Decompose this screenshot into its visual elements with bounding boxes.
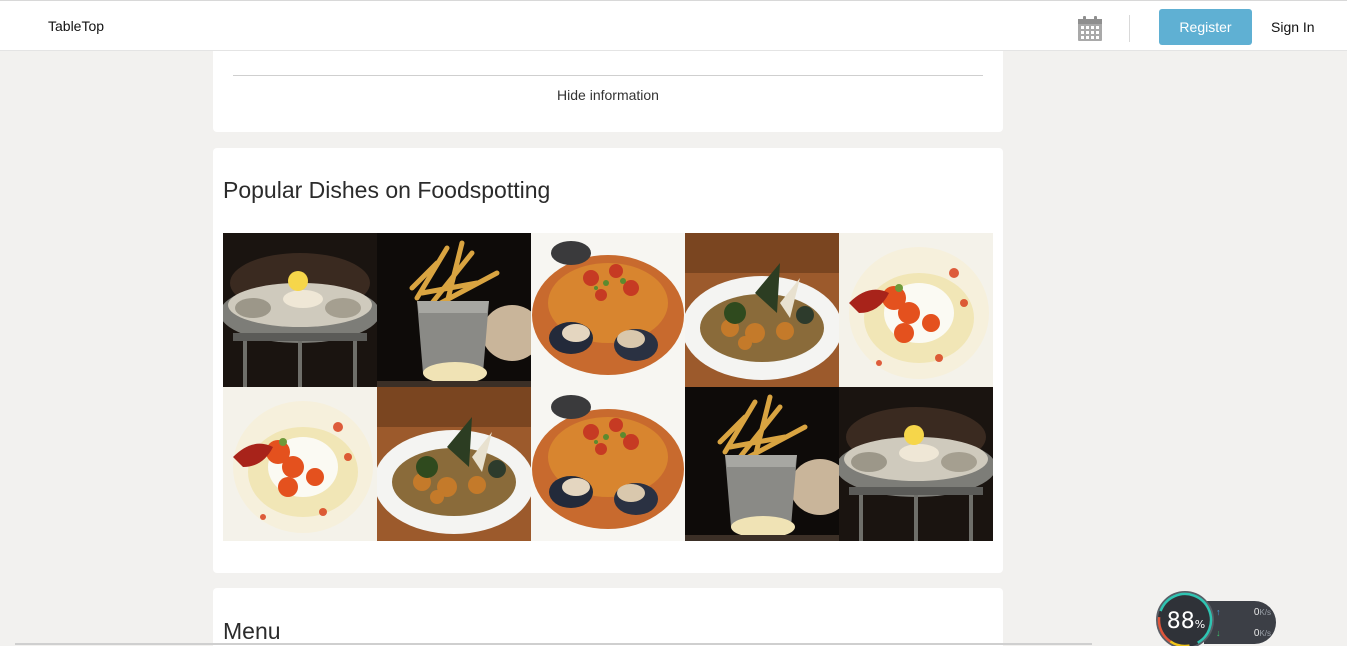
download-unit: K/s — [1259, 629, 1271, 638]
dish-photo-seafood-pasta[interactable] — [531, 233, 685, 387]
menu-title: Menu — [223, 618, 281, 644]
gauge-percent-sign: % — [1194, 618, 1206, 631]
dish-photo-fries[interactable] — [377, 233, 531, 387]
upload-arrow-icon: ↑ — [1216, 607, 1221, 617]
horizontal-scrollbar[interactable] — [15, 643, 1092, 645]
popular-dishes-title: Popular Dishes on Foodspotting — [223, 177, 551, 203]
gauge-percent: 88 — [1166, 609, 1195, 634]
top-navbar: TableTop Register Sign In — [0, 0, 1347, 51]
dish-photo-tomato-burrata[interactable] — [223, 387, 377, 541]
dish-photo-oysters[interactable] — [839, 387, 993, 541]
info-divider — [233, 75, 983, 76]
network-speed-panel: ↑ 0K/s ↓ 0K/s — [1204, 601, 1276, 644]
upload-unit: K/s — [1259, 608, 1271, 617]
network-speed-widget[interactable]: ↑ 0K/s ↓ 0K/s 88% — [1156, 591, 1276, 646]
restaurant-info-card: Hide information — [213, 51, 1003, 132]
dish-photo-fish-plate[interactable] — [377, 387, 531, 541]
memory-usage-gauge: 88% — [1156, 591, 1214, 646]
register-button[interactable]: Register — [1159, 9, 1252, 45]
sign-in-link[interactable]: Sign In — [1271, 19, 1315, 35]
hide-information-link[interactable]: Hide information — [213, 87, 1003, 103]
dish-photo-seafood-pasta[interactable] — [531, 387, 685, 541]
dish-photo-grid — [223, 233, 993, 541]
navbar-divider — [1129, 15, 1130, 42]
dish-photo-fish-plate[interactable] — [685, 233, 839, 387]
menu-card: Menu — [213, 588, 1003, 646]
dish-photo-oysters[interactable] — [223, 233, 377, 387]
dish-photo-fries[interactable] — [685, 387, 839, 541]
download-arrow-icon: ↓ — [1216, 628, 1221, 638]
dish-photo-tomato-burrata[interactable] — [839, 233, 993, 387]
brand-logo-link[interactable]: TableTop — [48, 18, 104, 34]
calendar-icon[interactable] — [1078, 16, 1102, 41]
popular-dishes-card: Popular Dishes on Foodspotting — [213, 148, 1003, 573]
